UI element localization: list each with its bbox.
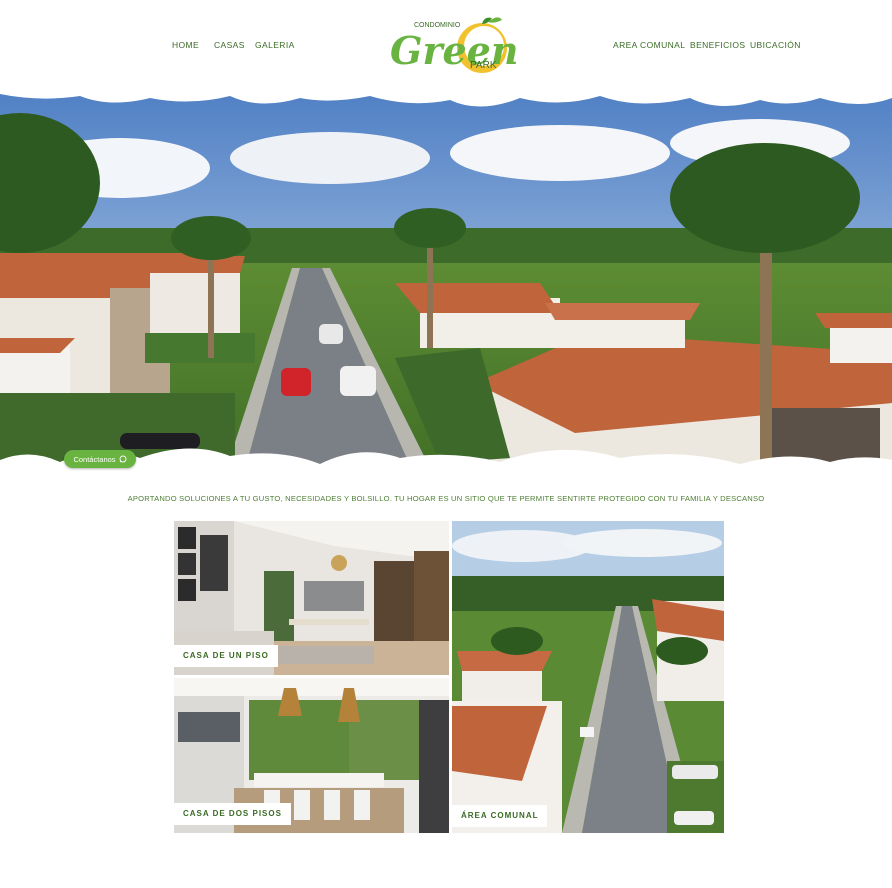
tile-casa-dos-pisos[interactable]: CASA DE DOS PISOS (174, 678, 449, 833)
tagline: APORTANDO SOLUCIONES A TU GUSTO, NECESID… (127, 494, 765, 503)
site-header: HOME CASAS GALERIA AREA COMUNAL BENEFICI… (0, 0, 892, 90)
tile-label-area-comunal: ÁREA COMUNAL (452, 805, 548, 827)
contact-button[interactable]: Contáctanos (64, 450, 136, 468)
nav-galeria[interactable]: GALERIA (255, 40, 295, 50)
whatsapp-icon (119, 455, 127, 463)
tile-label-casa-dos-pisos: CASA DE DOS PISOS (174, 803, 291, 825)
nav-area-comunal[interactable]: AREA COMUNAL (613, 40, 685, 50)
tile-area-comunal[interactable]: ÁREA COMUNAL (452, 521, 724, 833)
area-comunal-image (452, 521, 724, 833)
logo-graphic: CONDOMINIO Green PARK (390, 17, 518, 73)
nav-home[interactable]: HOME (172, 40, 199, 50)
contact-button-label: Contáctanos (73, 454, 116, 464)
gallery-grid: CASA DE UN PISO CASA DE DOS PISOS ÁREA C… (174, 521, 724, 833)
nav-beneficios[interactable]: BENEFICIOS (690, 40, 745, 50)
tile-casa-un-piso[interactable]: CASA DE UN PISO (174, 521, 449, 675)
logo-green: Green (390, 28, 518, 73)
site-logo[interactable]: CONDOMINIO Green PARK (388, 14, 518, 80)
tile-label-casa-un-piso: CASA DE UN PISO (174, 645, 278, 667)
logo-park: PARK (470, 60, 497, 71)
nav-casas[interactable]: CASAS (214, 40, 245, 50)
nav-ubicacion[interactable]: UBICACIÓN (750, 40, 801, 50)
hero-banner: Contáctanos (0, 88, 892, 488)
hero-render-image (0, 88, 892, 488)
